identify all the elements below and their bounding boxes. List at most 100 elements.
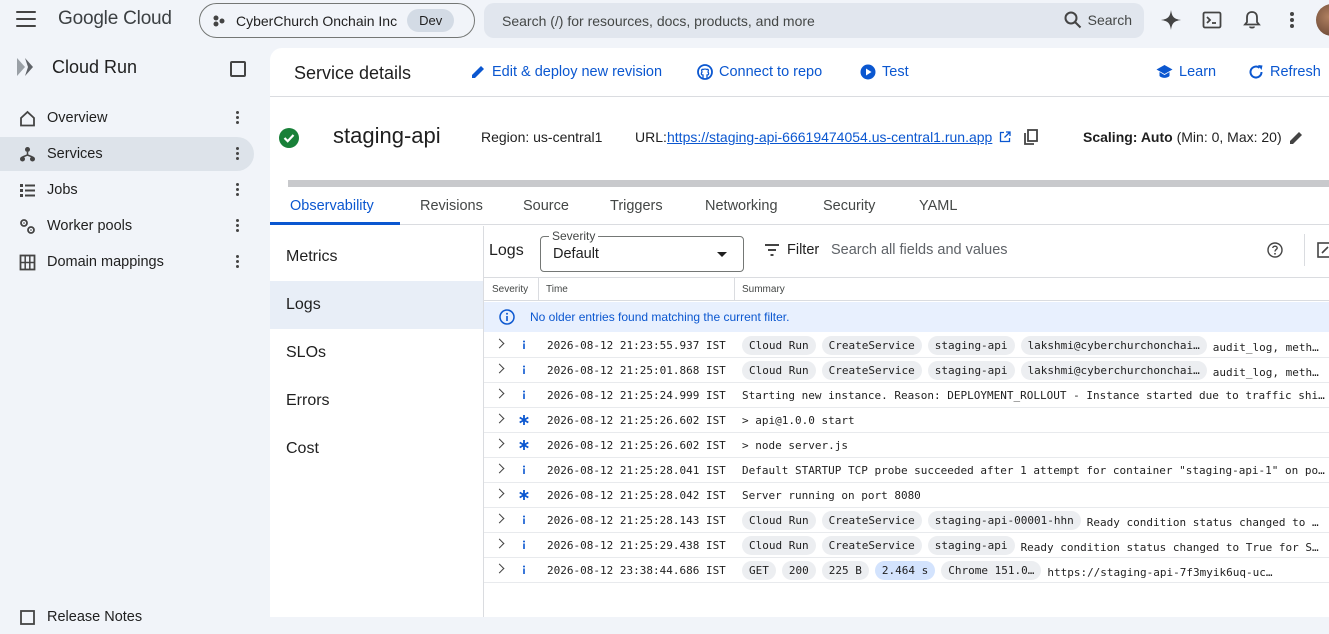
gemini-sparkle-icon[interactable] [1161,10,1181,30]
log-summary: Starting new instance. Reason: DEPLOYMEN… [742,386,1325,402]
log-chip[interactable]: 225 B [821,561,869,580]
log-chip[interactable]: lakshmi@cyberchurchonchai… [1020,336,1207,355]
subnav-slos[interactable]: SLOs [270,329,483,377]
expand-chevron-icon[interactable] [494,438,505,449]
sidebar-item-worker-pools[interactable]: Worker pools [0,209,254,243]
subnav-metrics[interactable]: Metrics [270,233,483,281]
log-summary: Cloud Run CreateService staging-api lakshmi… [742,336,1319,355]
log-chip[interactable]: lakshmi@cyberchurchonchai… [1020,361,1207,380]
log-row[interactable]: 2026-08-12 21:25:28.041 IST Default START… [484,458,1329,483]
log-chip[interactable]: staging-api-00001-hhn [927,511,1081,530]
cloud-shell-icon[interactable] [1202,10,1222,30]
log-chip[interactable]: CreateService [821,511,922,530]
log-row[interactable]: 2026-08-12 21:25:01.868 IST Cloud Run Crea… [484,358,1329,383]
expand-chevron-icon[interactable] [494,513,505,524]
log-chip[interactable]: Chrome 151.0… [941,561,1042,580]
services-icon [18,145,36,163]
services-more-icon[interactable] [236,147,240,162]
search-button[interactable]: Search [1064,11,1132,29]
log-chip[interactable]: 200 [781,561,816,580]
log-chip[interactable]: staging-api [927,536,1015,555]
notifications-icon[interactable] [1242,10,1262,30]
refresh-button[interactable]: Refresh [1248,64,1321,80]
sidebar-item-domain-mappings[interactable]: Domain mappings [0,245,254,279]
expand-chevron-icon[interactable] [494,488,505,499]
learn-button[interactable]: Learn [1156,64,1216,80]
collapse-sidebar-icon[interactable] [230,61,246,77]
sidebar-item-services[interactable]: Services [0,137,254,171]
log-row[interactable]: 2026-08-12 21:25:26.602 IST > node server… [484,433,1329,458]
horizontal-scrollbar[interactable] [288,180,1329,187]
open-in-explorer-icon[interactable] [1317,242,1329,258]
expand-chevron-icon[interactable] [494,563,505,574]
column-summary[interactable]: Summary [742,284,785,295]
log-row[interactable]: 2026-08-12 21:25:26.602 IST > api@1.0.0 s… [484,408,1329,433]
more-options-icon[interactable] [1290,12,1294,30]
connect-repo-button[interactable]: Connect to repo [697,64,822,80]
log-chip[interactable]: staging-api [927,361,1015,380]
sidebar-item-overview[interactable]: Overview [0,101,254,135]
log-chip[interactable]: CreateService [821,336,922,355]
log-chip[interactable]: staging-api [927,336,1015,355]
sidebar-item-release-notes[interactable]: Release Notes [0,600,254,634]
search-input[interactable]: Search (/) for resources, docs, products… [484,3,1144,38]
user-avatar[interactable] [1316,4,1329,36]
subnav-errors[interactable]: Errors [270,377,483,425]
google-cloud-logo[interactable]: Google Cloud [58,8,172,30]
log-row[interactable]: 2026-08-12 21:25:24.999 IST Starting new … [484,383,1329,408]
tab-revisions[interactable]: Revisions [420,198,483,214]
domain-mappings-more-icon[interactable] [236,255,240,270]
column-time[interactable]: Time [546,284,568,295]
log-chip[interactable]: 2.464 s [874,561,936,580]
expand-chevron-icon[interactable] [494,363,505,374]
log-chip[interactable]: Cloud Run [742,536,816,555]
service-region: Region: us-central1 [481,129,603,145]
service-url-link[interactable]: https://staging-api-66619474054.us-centr… [667,129,992,145]
subnav-cost[interactable]: Cost [270,425,483,473]
subnav-logs[interactable]: Logs [270,281,483,329]
expand-chevron-icon[interactable] [494,338,505,349]
jobs-more-icon[interactable] [236,183,240,198]
log-chip[interactable]: Cloud Run [742,336,816,355]
test-button[interactable]: Test [860,64,909,80]
tab-source[interactable]: Source [523,198,569,214]
log-row[interactable]: 2026-08-12 21:25:28.143 IST Cloud Run Crea… [484,508,1329,533]
project-picker[interactable]: CyberChurch Onchain Inc Dev [199,3,475,38]
log-chip[interactable]: Cloud Run [742,511,816,530]
help-icon[interactable] [1267,242,1283,258]
edit-deploy-button[interactable]: Edit & deploy new revision [470,64,662,80]
school-icon [1156,65,1173,78]
sidebar-item-jobs[interactable]: Jobs [0,173,254,207]
log-chip[interactable]: GET [742,561,776,580]
main-menu-icon[interactable] [16,11,36,29]
worker-pools-more-icon[interactable] [236,219,240,234]
tab-observability[interactable]: Observability [290,198,374,214]
log-row[interactable]: 2026-08-12 23:38:44.686 IST GET 200 225 B 2.… [484,558,1329,583]
open-in-new-icon[interactable] [999,131,1011,143]
main-panel: Service details Edit & deploy new revisi… [270,48,1329,617]
edit-scaling-icon[interactable] [1288,130,1304,146]
column-severity[interactable]: Severity [492,284,528,295]
log-row[interactable]: 2026-08-12 21:25:29.438 IST Cloud Run Crea… [484,533,1329,558]
log-row[interactable]: 2026-08-12 21:23:55.937 IST Cloud Run Crea… [484,333,1329,358]
severity-default-icon [517,438,531,452]
overview-more-icon[interactable] [236,111,240,126]
tab-yaml[interactable]: YAML [919,198,957,214]
log-time: 2026-08-12 21:25:28.041 IST [547,464,726,477]
expand-chevron-icon[interactable] [494,538,505,549]
log-row[interactable]: 2026-08-12 21:25:28.042 IST Server runnin… [484,483,1329,508]
tab-networking[interactable]: Networking [705,198,778,214]
severity-select[interactable]: Severity Default [540,229,744,272]
expand-chevron-icon[interactable] [494,413,505,424]
tab-security[interactable]: Security [823,198,875,214]
log-chip[interactable]: CreateService [821,536,922,555]
tab-triggers[interactable]: Triggers [610,198,663,214]
expand-chevron-icon[interactable] [494,388,505,399]
log-chip[interactable]: Cloud Run [742,361,816,380]
expand-chevron-icon[interactable] [494,463,505,474]
copy-icon[interactable] [1024,129,1038,145]
log-time: 2026-08-12 21:25:01.868 IST [547,364,726,377]
log-chip[interactable]: CreateService [821,361,922,380]
log-search-input[interactable]: Search all fields and values [831,242,1008,258]
filter-button[interactable]: Filter [765,242,819,258]
